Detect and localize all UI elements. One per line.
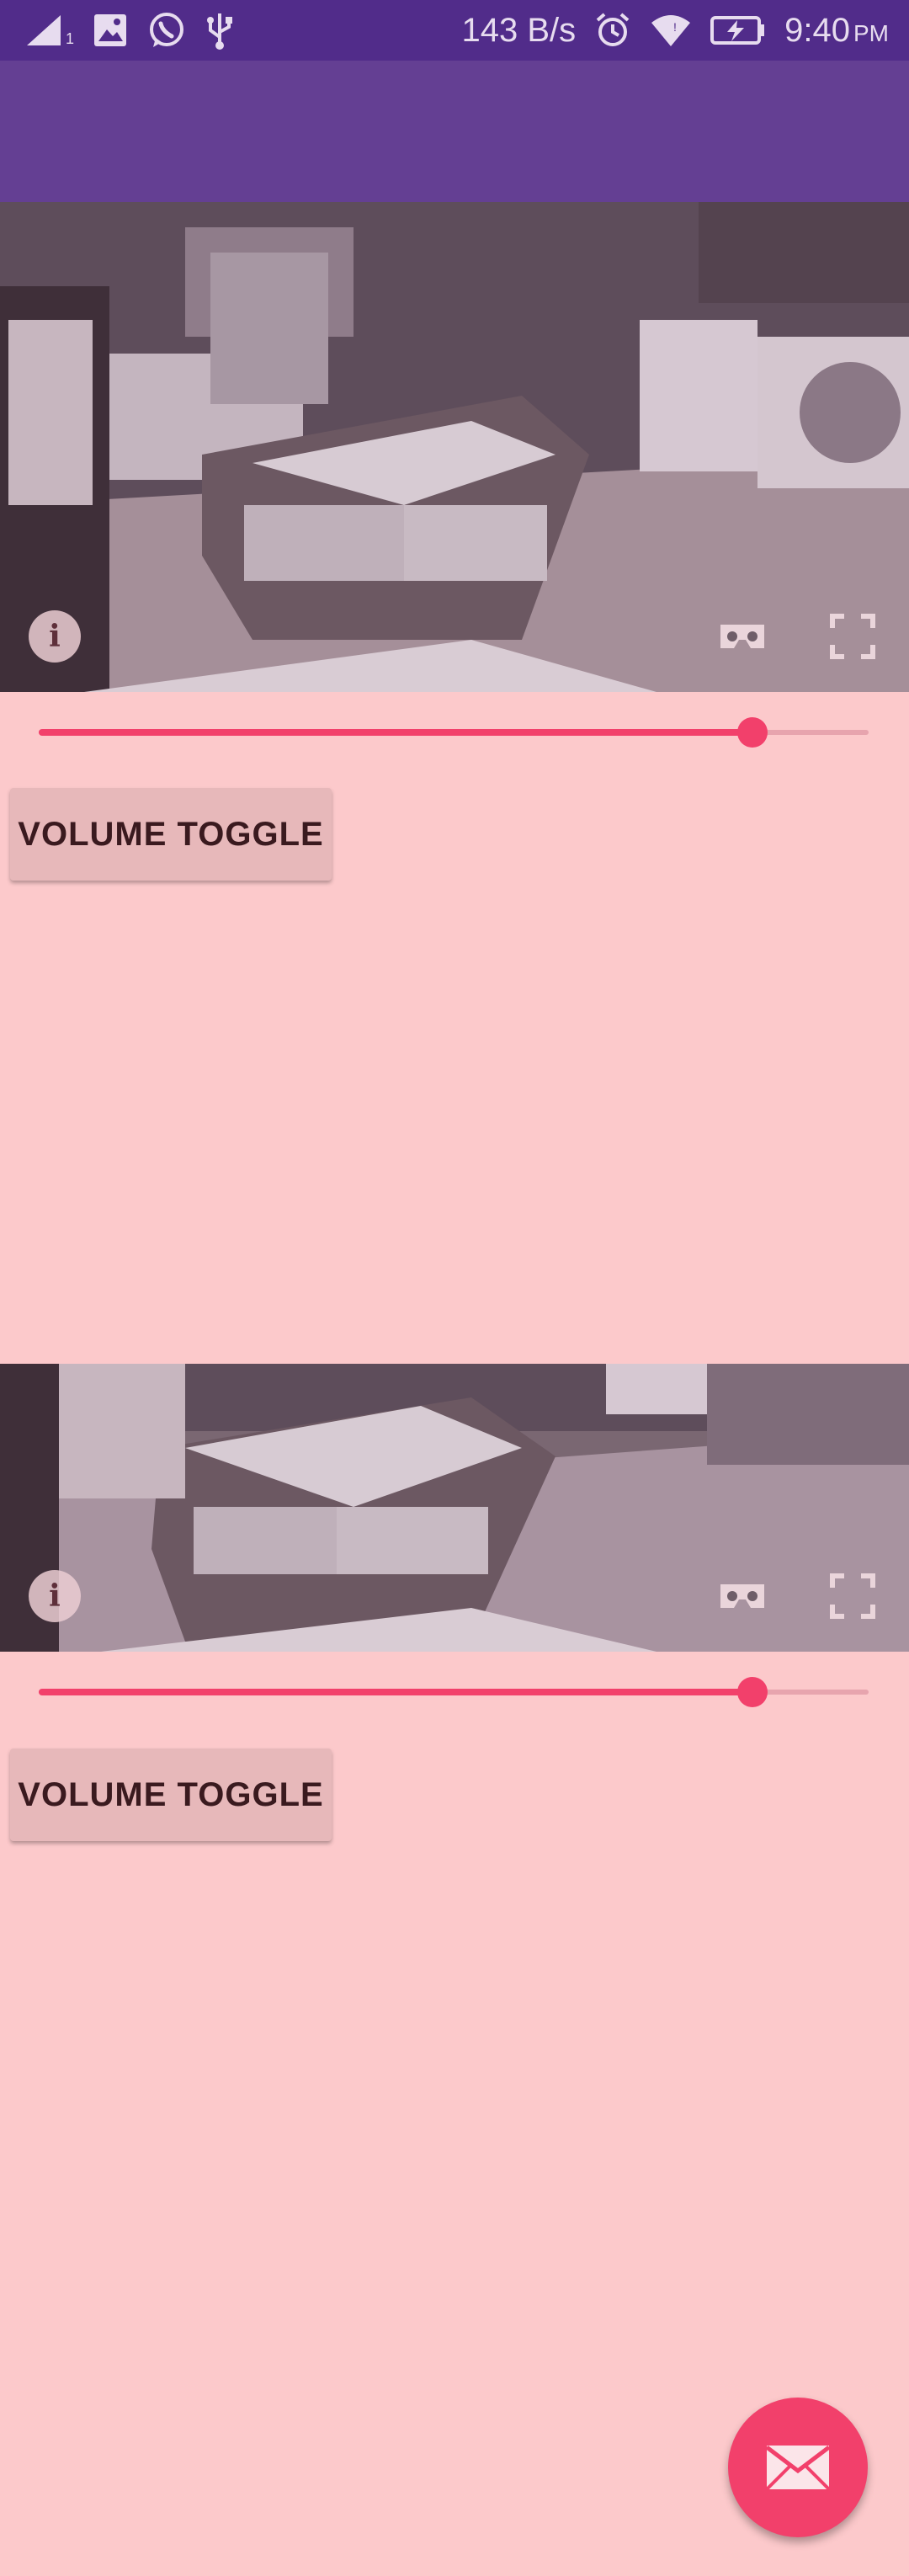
video-frame-1 [0, 202, 909, 692]
gallery-icon [93, 13, 128, 48]
info-icon: i [49, 619, 61, 654]
usb-icon [205, 10, 234, 51]
seek-fill [39, 1689, 752, 1695]
seek-thumb[interactable] [736, 1677, 768, 1707]
volume-toggle-button-1[interactable]: VOLUME TOGGLE [10, 788, 332, 881]
seek-slider-1[interactable] [39, 716, 869, 749]
signal-icon: 1 [24, 12, 74, 49]
fullscreen-icon[interactable] [827, 1571, 878, 1621]
fullscreen-icon[interactable] [827, 611, 878, 662]
info-button[interactable]: i [29, 610, 81, 663]
mail-icon [765, 2446, 831, 2491]
clock-time: 9:40 [784, 11, 850, 49]
info-icon: i [49, 1578, 61, 1614]
clock-ampm: PM [853, 19, 889, 46]
battery-charging-icon [710, 15, 766, 45]
app-bar [0, 61, 909, 202]
seek-thumb[interactable] [736, 717, 768, 748]
video-player-2[interactable]: i [0, 1364, 909, 1652]
video-player-1[interactable]: i [0, 202, 909, 692]
info-button[interactable]: i [29, 1570, 81, 1622]
seek-slider-2[interactable] [39, 1675, 869, 1709]
cardboard-vr-icon[interactable] [717, 1571, 768, 1621]
volume-toggle-button-2[interactable]: VOLUME TOGGLE [10, 1748, 332, 1841]
whatsapp-icon [146, 10, 187, 51]
svg-text:!: ! [673, 20, 677, 34]
clock: 9:40 PM [784, 12, 889, 50]
alarm-icon [594, 12, 631, 49]
signal-sub-label: 1 [66, 29, 75, 47]
seek-fill [39, 729, 752, 736]
fab-mail-button[interactable] [728, 2398, 868, 2537]
status-bar: 1 143 B/s ! 9:40 PM [0, 0, 909, 61]
wifi-icon: ! [650, 13, 692, 48]
video-frame-2 [0, 1364, 909, 1652]
cardboard-vr-icon[interactable] [717, 611, 768, 662]
network-speed: 143 B/s [461, 11, 577, 49]
